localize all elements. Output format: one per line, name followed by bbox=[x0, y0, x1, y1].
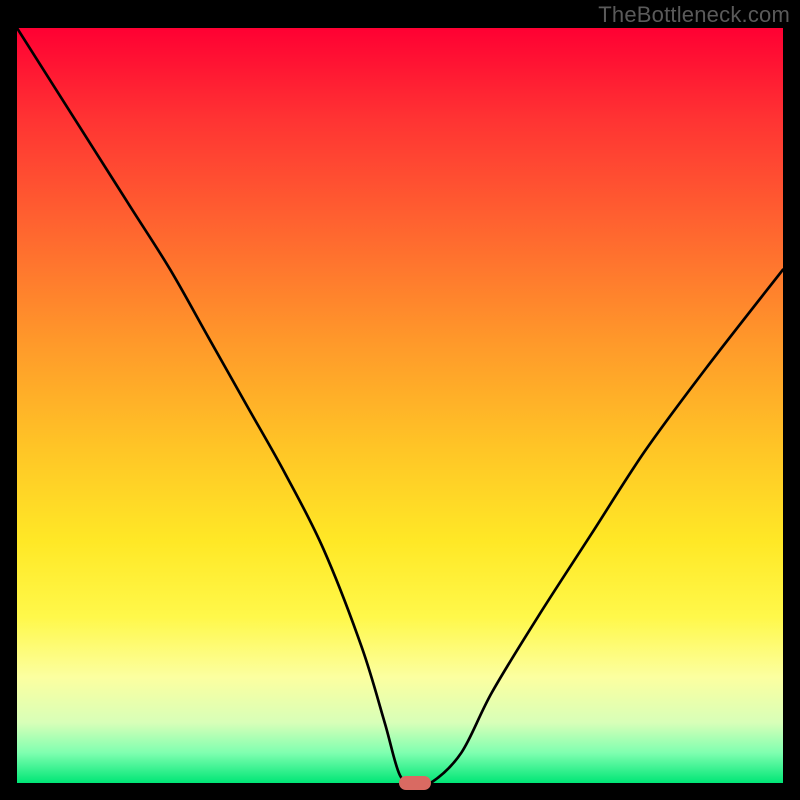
chart-frame: TheBottleneck.com bbox=[0, 0, 800, 800]
bottleneck-gradient-plot bbox=[17, 28, 783, 783]
optimal-point-marker bbox=[399, 776, 431, 790]
bottleneck-curve-svg bbox=[17, 28, 783, 783]
watermark-text: TheBottleneck.com bbox=[598, 2, 790, 28]
bottleneck-curve-path bbox=[17, 28, 783, 783]
